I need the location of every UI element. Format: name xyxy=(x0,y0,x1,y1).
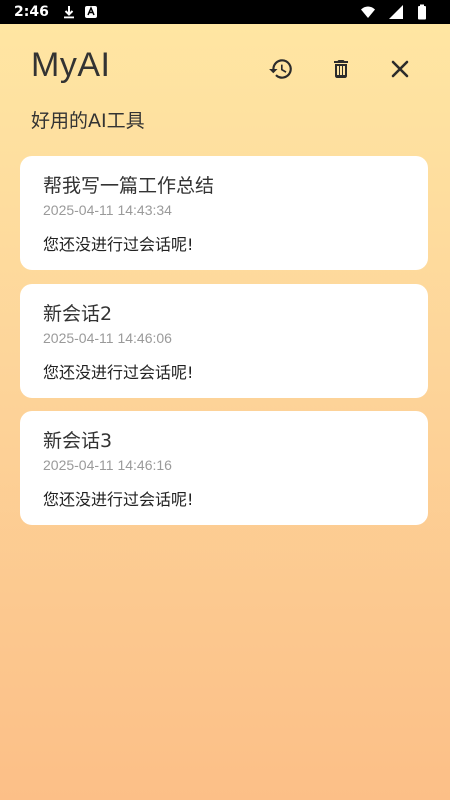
history-icon xyxy=(268,56,294,86)
conversation-card[interactable]: 新会话3 2025-04-11 14:46:16 您还没进行过会话呢! xyxy=(20,411,428,525)
download-icon xyxy=(61,4,77,20)
delete-button[interactable] xyxy=(324,54,358,88)
close-button[interactable] xyxy=(383,54,417,88)
history-button[interactable] xyxy=(264,54,298,88)
status-bar: 2:46 xyxy=(0,0,450,24)
page-title: MyAI xyxy=(31,46,111,84)
conversation-card[interactable]: 帮我写一篇工作总结 2025-04-11 14:43:34 您还没进行过会话呢! xyxy=(20,156,428,270)
app-notification-icon xyxy=(83,4,99,20)
conversation-preview: 您还没进行过会话呢! xyxy=(43,363,194,382)
conversation-title: 帮我写一篇工作总结 xyxy=(43,175,215,197)
wifi-icon xyxy=(360,4,376,20)
status-time: 2:46 xyxy=(14,4,49,20)
conversation-preview: 您还没进行过会话呢! xyxy=(43,490,194,509)
conversation-date: 2025-04-11 14:46:16 xyxy=(43,457,172,473)
conversation-card[interactable]: 新会话2 2025-04-11 14:46:06 您还没进行过会话呢! xyxy=(20,284,428,398)
conversation-title: 新会话2 xyxy=(43,303,113,325)
conversation-title: 新会话3 xyxy=(43,430,113,452)
battery-icon xyxy=(416,4,432,20)
trash-icon xyxy=(329,56,353,86)
close-icon xyxy=(388,57,412,85)
conversation-date: 2025-04-11 14:46:06 xyxy=(43,330,172,346)
page-subtitle: 好用的AI工具 xyxy=(31,110,145,132)
conversation-date: 2025-04-11 14:43:34 xyxy=(43,202,172,218)
signal-icon xyxy=(388,4,404,20)
conversation-preview: 您还没进行过会话呢! xyxy=(43,235,194,254)
app-header: MyAI 好用的AI工具 xyxy=(0,24,450,144)
